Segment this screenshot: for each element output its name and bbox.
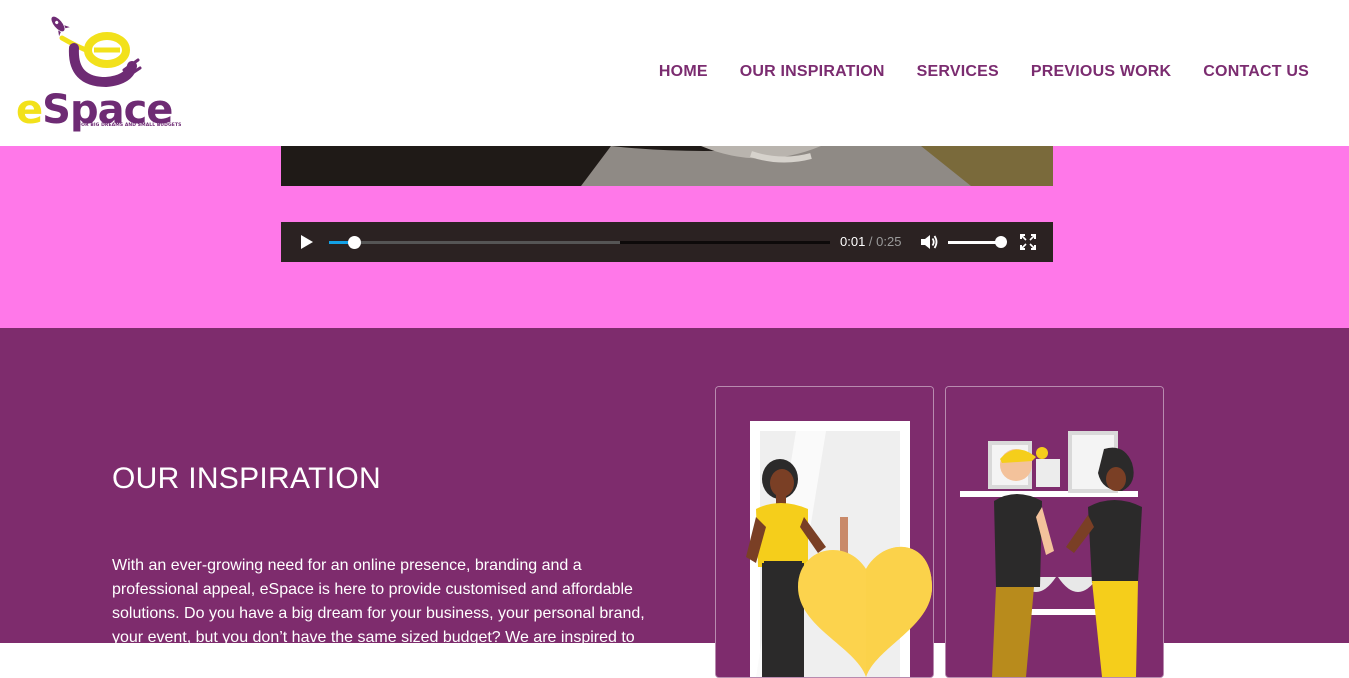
play-icon[interactable] [297, 233, 315, 251]
illustration-card-team [945, 386, 1164, 678]
logo-tagline: FOR BIG DREAMS AND SMALL BUDGETS [78, 123, 182, 128]
buffered-range [329, 241, 620, 244]
logo-letter-e: e [16, 87, 43, 133]
seek-bar[interactable] [329, 236, 830, 249]
fullscreen-icon[interactable] [1020, 234, 1036, 250]
video-frame[interactable] [281, 146, 1053, 186]
seek-handle[interactable] [348, 236, 362, 249]
time-separator: / [865, 234, 877, 249]
main-navigation: HOME OUR INSPIRATION SERVICES PREVIOUS W… [659, 63, 1309, 81]
woman-heart-illustration [716, 387, 933, 677]
time-display: 0:01 / 0:25 [840, 234, 901, 249]
rocket-swoosh-logo-mark [51, 16, 142, 88]
our-inspiration-section: OUR INSPIRATION With an ever-growing nee… [0, 328, 1349, 678]
volume-handle[interactable] [995, 236, 1007, 248]
nav-contact-us[interactable]: CONTACT US [1203, 63, 1309, 81]
duration-time: 0:25 [876, 234, 902, 249]
nav-our-inspiration[interactable]: OUR INSPIRATION [740, 63, 885, 81]
espace-logo[interactable]: eSpace FOR BIG DREAMS AND SMALL BUDGETS [14, 12, 184, 136]
nav-services[interactable]: SERVICES [917, 63, 999, 81]
video-still-image [281, 146, 1053, 186]
section-paragraph: With an ever-growing need for an online … [112, 557, 645, 646]
section-title: OUR INSPIRATION [112, 462, 381, 495]
mute-icon[interactable] [919, 232, 939, 252]
site-header: eSpace FOR BIG DREAMS AND SMALL BUDGETS … [0, 0, 1349, 146]
team-illustration [946, 387, 1163, 677]
nav-previous-work[interactable]: PREVIOUS WORK [1031, 63, 1171, 81]
current-time: 0:01 [840, 234, 866, 249]
media-player-controls: 0:01 / 0:25 [281, 222, 1053, 262]
illustration-card-mirror [715, 386, 934, 678]
nav-home[interactable]: HOME [659, 63, 708, 81]
volume-slider[interactable] [948, 241, 1002, 244]
